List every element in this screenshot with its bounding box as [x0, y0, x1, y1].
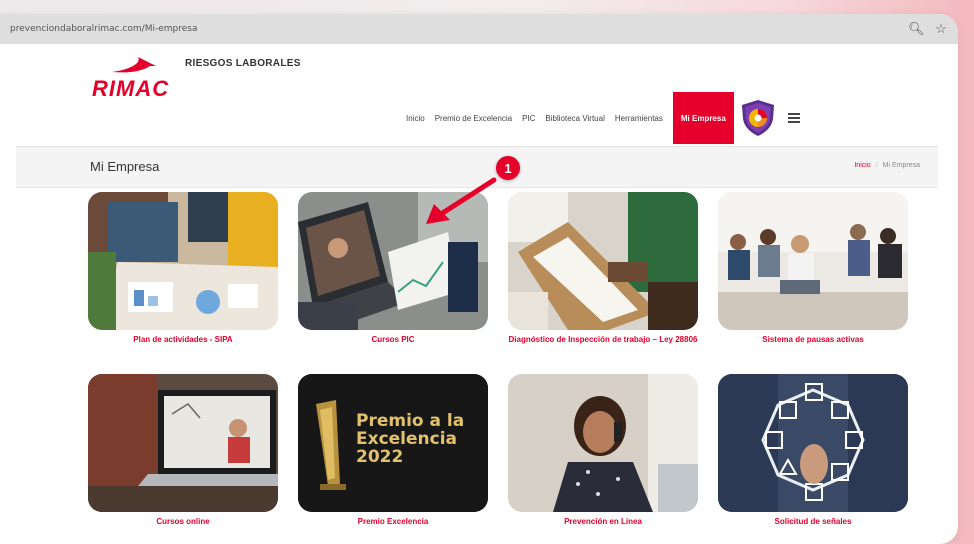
card-image[interactable] — [718, 374, 908, 512]
hamburger-menu-icon[interactable] — [787, 113, 800, 123]
card-label[interactable]: Plan de actividades - SIPA — [88, 335, 278, 345]
card-label[interactable]: Diagnóstico de Inspección de trabajo – L… — [508, 335, 698, 345]
browser-window: prevenciondaboralrimac.com/Mi-empresa 🔍︎… — [0, 14, 958, 544]
card-label[interactable]: Solicitud de señales — [718, 517, 908, 527]
nav-item-premio[interactable]: Premio de Excelencia — [435, 114, 512, 123]
card-diagnostico[interactable]: Diagnóstico de Inspección de trabajo – L… — [508, 192, 698, 345]
star-icon[interactable]: ☆ — [934, 21, 948, 37]
card-label[interactable]: Sistema de pausas activas — [718, 335, 908, 345]
premio-title-line-2: Excelencia — [356, 429, 458, 449]
card-image[interactable]: Premio a la Excelencia 2022 — [298, 374, 488, 512]
card-label[interactable]: Premio Excelencia — [298, 517, 488, 527]
address-bar[interactable]: prevenciondaboralrimac.com/Mi-empresa 🔍︎… — [0, 14, 958, 44]
logo-swoosh-icon — [112, 57, 156, 73]
breadcrumb: Inicio / Mi Empresa — [854, 162, 920, 169]
brand-subtitle: RIESGOS LABORALES — [185, 58, 301, 69]
breadcrumb-home-link[interactable]: Inicio — [854, 162, 870, 169]
card-label[interactable]: Prevención en Línea — [508, 517, 698, 527]
main-nav: Inicio Premio de Excelencia PIC Bibliote… — [406, 92, 800, 144]
card-image[interactable] — [508, 192, 698, 330]
logo-text: RIMAC — [92, 76, 170, 101]
annotation-marker: 1 — [496, 156, 520, 180]
card-pausas-activas[interactable]: Sistema de pausas activas — [718, 192, 908, 345]
card-label[interactable]: Cursos PIC — [298, 335, 488, 345]
card-image[interactable] — [88, 192, 278, 330]
nav-item-mi-empresa[interactable]: Mi Empresa — [672, 92, 734, 144]
card-premio-excelencia[interactable]: Premio a la Excelencia 2022 Premio Excel… — [298, 374, 488, 527]
breadcrumb-current: Mi Empresa — [882, 162, 920, 169]
search-icon[interactable]: 🔍︎ — [908, 21, 925, 37]
premio-title-year: 2022 — [356, 447, 404, 467]
nav-item-inicio[interactable]: Inicio — [406, 114, 425, 123]
card-image[interactable] — [88, 374, 278, 512]
nav-item-pic[interactable]: PIC — [522, 114, 535, 123]
annotation-arrow-icon — [426, 177, 497, 224]
card-label[interactable]: Cursos online — [88, 517, 278, 527]
shield-badge-icon[interactable] — [740, 99, 776, 137]
card-plan-actividades[interactable]: Plan de actividades - SIPA — [88, 192, 278, 345]
card-cursos-online[interactable]: Cursos online — [88, 374, 278, 527]
card-solicitud-senales[interactable]: Solicitud de señales — [718, 374, 908, 527]
url-text[interactable]: prevenciondaboralrimac.com/Mi-empresa — [10, 24, 908, 34]
card-prevencion-linea[interactable]: Prevención en Línea — [508, 374, 698, 527]
premio-title-line-1: Premio a la — [356, 411, 465, 431]
nav-item-biblioteca[interactable]: Biblioteca Virtual — [545, 114, 604, 123]
card-image[interactable] — [508, 374, 698, 512]
site-header: RIMAC RIESGOS LABORALES Inicio Premio de… — [0, 44, 958, 144]
page-title: Mi Empresa — [90, 159, 160, 174]
nav-item-herramientas[interactable]: Herramientas — [615, 114, 663, 123]
card-image[interactable] — [718, 192, 908, 330]
